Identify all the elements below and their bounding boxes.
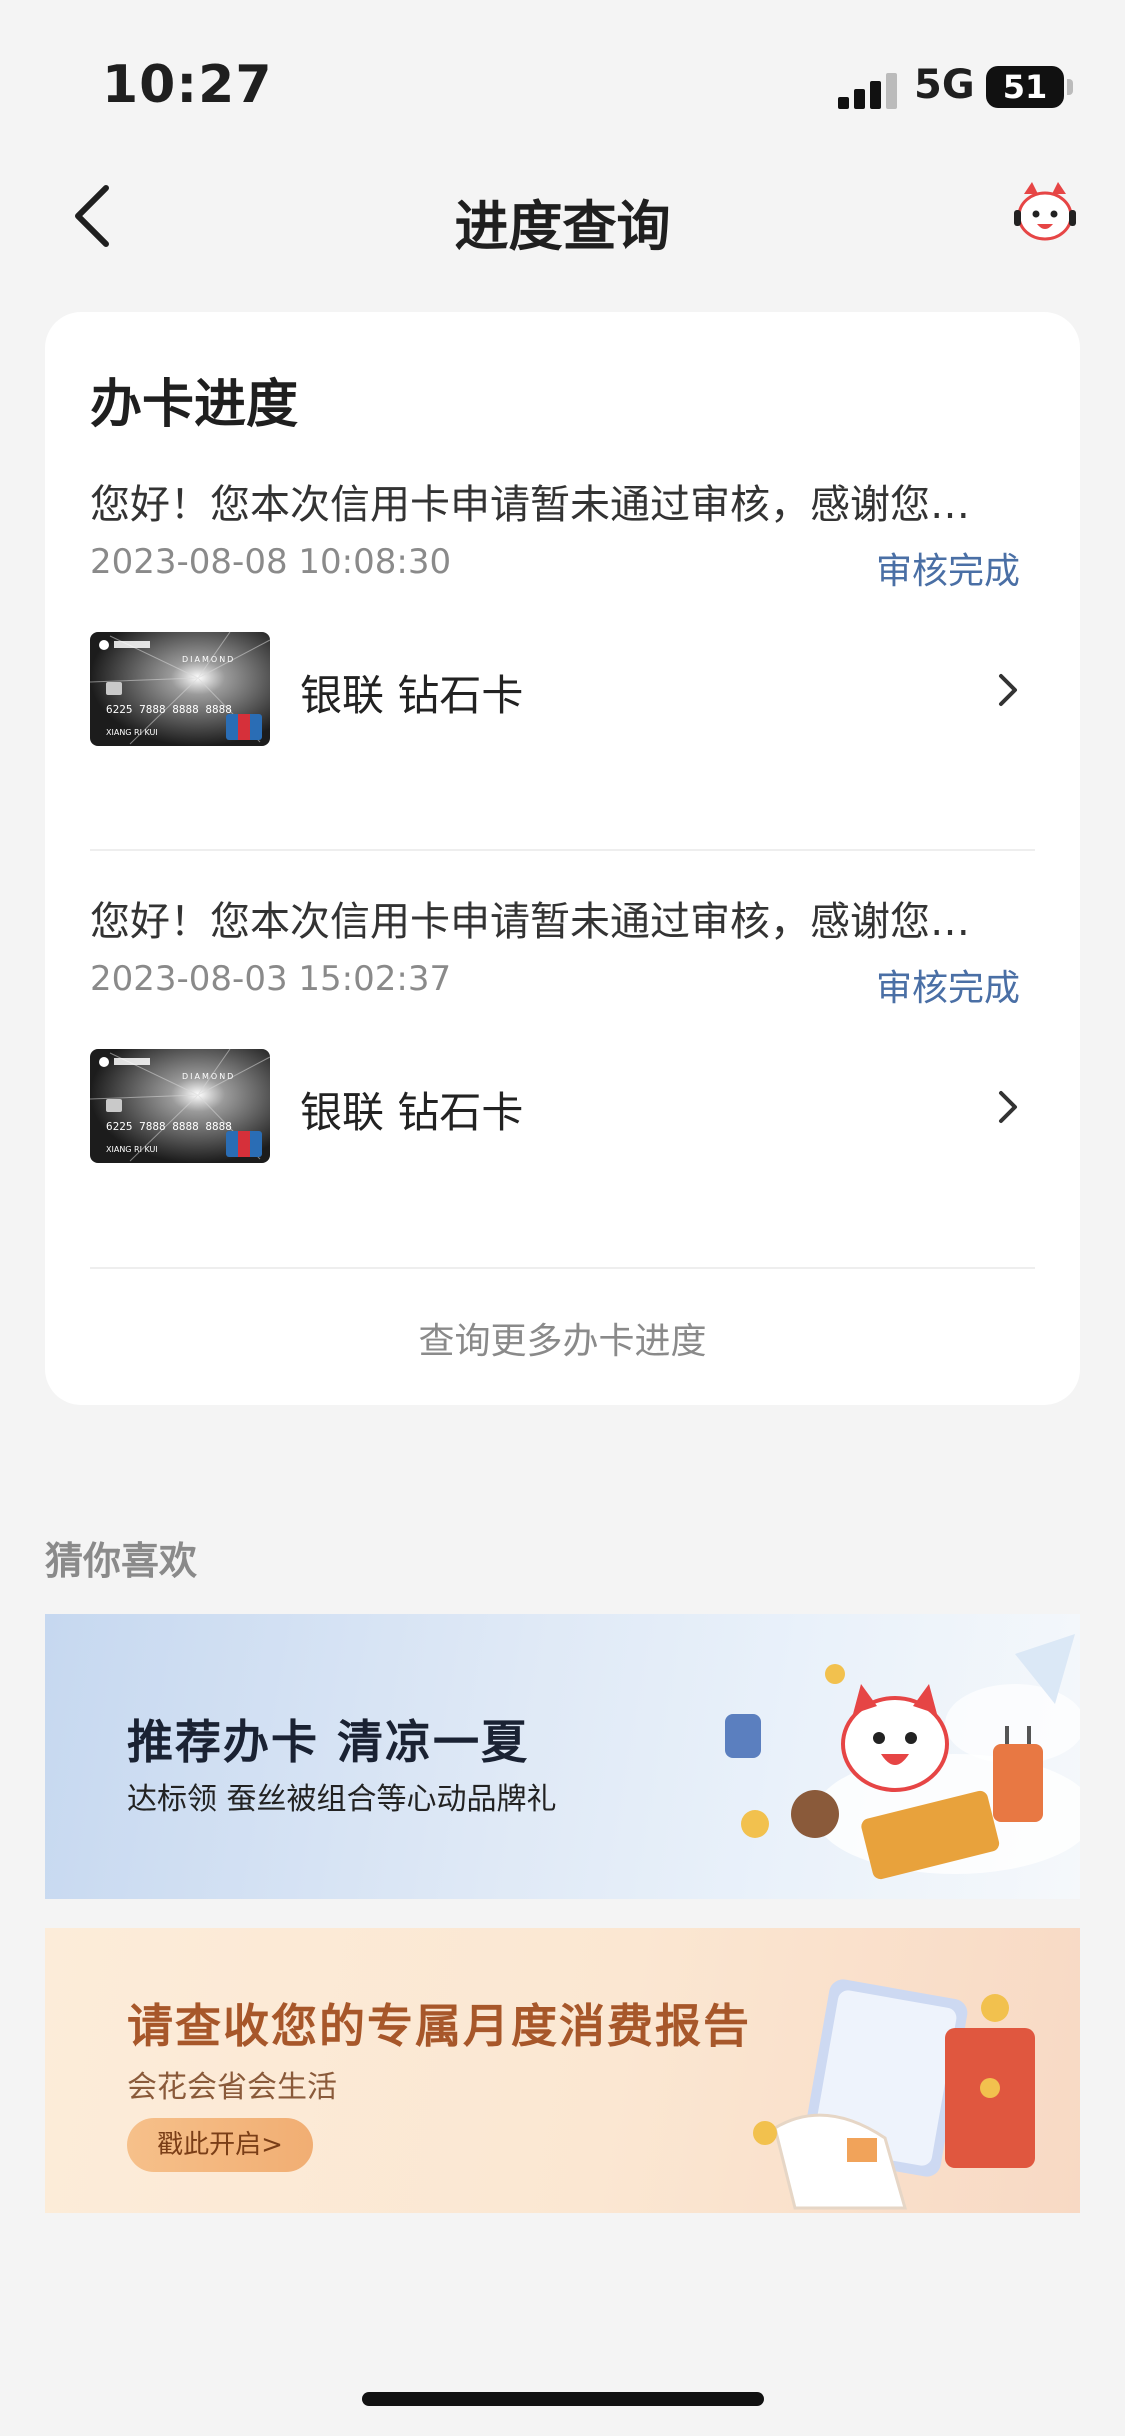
promo-banner-monthly-report[interactable]: 请查收您的专属月度消费报告 会花会省会生活 戳此开启> — [45, 1928, 1080, 2213]
chevron-right-icon — [993, 670, 1023, 710]
card-name: 银联 钻石卡 — [300, 1088, 524, 1137]
progress-record[interactable]: 您好！您本次信用卡申请暂未通过审核，感谢您… 2023-08-03 15:02:… — [90, 889, 1035, 1163]
customer-service-mascot-icon[interactable] — [1010, 180, 1080, 250]
banner-headline: 请查收您的专属月度消费报告 — [127, 1999, 751, 2053]
divider — [90, 849, 1035, 851]
card-holder-text: XIANG RI KUI — [106, 1145, 158, 1154]
card-number-text: 6225 7888 8888 8888 — [106, 703, 232, 716]
battery-cap — [1067, 79, 1073, 95]
page-title: 进度查询 — [454, 195, 671, 258]
card-progress-panel: 办卡进度 您好！您本次信用卡申请暂未通过审核，感谢您… 2023-08-08 1… — [45, 312, 1080, 1405]
progress-record[interactable]: 您好！您本次信用卡申请暂未通过审核，感谢您… 2023-08-08 10:08:… — [90, 472, 1035, 746]
battery-level: 51 — [1002, 68, 1048, 106]
banner-subtitle: 达标领 蚕丝被组合等心动品牌礼 — [127, 1782, 557, 1817]
card-brand-text: DIAMOND — [182, 655, 235, 664]
card-brand-text: DIAMOND — [182, 1072, 235, 1081]
divider — [90, 1267, 1035, 1269]
credit-card-thumbnail: 6225 7888 8888 8888 XIANG RI KUI DIAMOND — [90, 632, 270, 746]
banner-headline: 推荐办卡 清凉一夏 — [127, 1715, 530, 1769]
mascot-travel-illustration — [725, 1634, 1080, 1880]
record-status: 审核完成 — [875, 551, 1020, 592]
query-more-link[interactable]: 查询更多办卡进度 — [45, 1312, 1080, 1364]
promo-banner-card-summer[interactable]: 推荐办卡 清凉一夏 达标领 蚕丝被组合等心动品牌礼 — [45, 1614, 1080, 1899]
card-name: 银联 钻石卡 — [300, 671, 524, 720]
record-date: 2023-08-08 10:08:30 — [90, 542, 452, 582]
record-date: 2023-08-03 15:02:37 — [90, 959, 452, 999]
home-indicator — [362, 2392, 764, 2406]
status-bar: 10:27 5G 51 — [0, 0, 1125, 140]
record-message: 您好！您本次信用卡申请暂未通过审核，感谢您… — [90, 482, 970, 528]
record-card-row[interactable]: 6225 7888 8888 8888 XIANG RI KUI DIAMOND… — [90, 632, 1035, 746]
credit-card-thumbnail: 6225 7888 8888 8888 XIANG RI KUI DIAMOND — [90, 1049, 270, 1163]
record-card-row[interactable]: 6225 7888 8888 8888 XIANG RI KUI DIAMOND… — [90, 1049, 1035, 1163]
report-illustration — [753, 1979, 1035, 2210]
section-title-recommend: 猜你喜欢 — [45, 1539, 198, 1583]
signal-icon — [838, 73, 900, 109]
network-type: 5G — [914, 62, 975, 108]
record-message: 您好！您本次信用卡申请暂未通过审核，感谢您… — [90, 899, 970, 945]
open-report-button[interactable]: 戳此开启> — [127, 2118, 313, 2172]
record-status: 审核完成 — [875, 968, 1020, 1009]
card-holder-text: XIANG RI KUI — [106, 728, 158, 737]
banner-subtitle: 会花会省会生活 — [127, 2070, 337, 2105]
progress-query-screen: 10:27 5G 51 进度查询 办卡进度 您好！您本次信用卡申请暂未通过审核，… — [0, 0, 1125, 2436]
status-time: 10:27 — [102, 55, 273, 115]
battery-icon: 51 — [986, 66, 1064, 108]
chevron-right-icon — [993, 1087, 1023, 1127]
card-progress-title: 办卡进度 — [90, 375, 299, 435]
card-number-text: 6225 7888 8888 8888 — [106, 1120, 232, 1133]
